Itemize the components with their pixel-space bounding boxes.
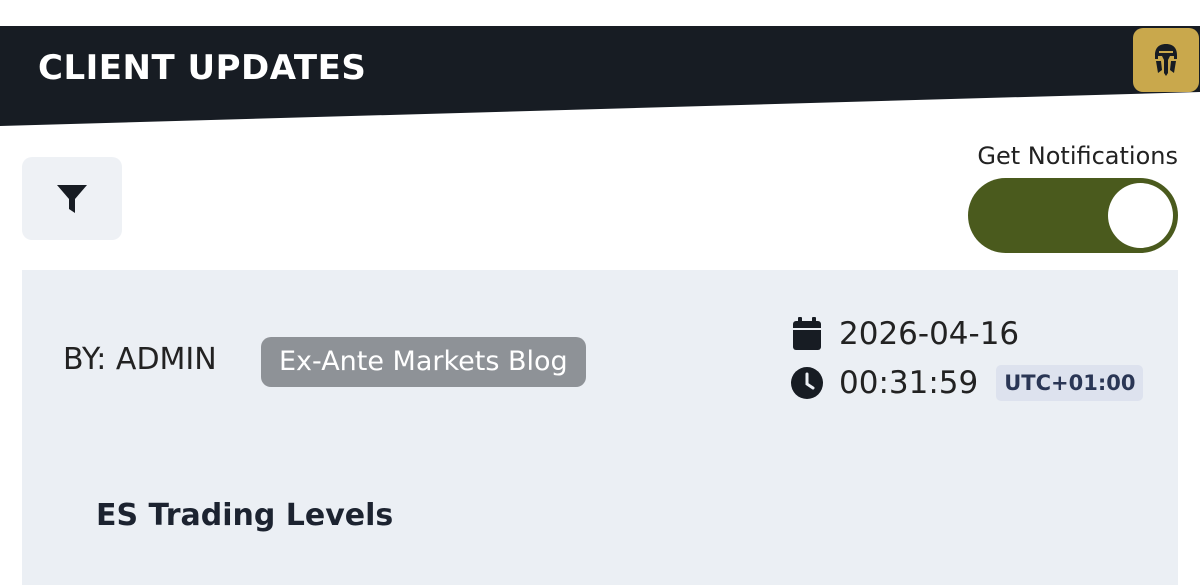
filter-button[interactable] — [22, 157, 122, 240]
page-title: CLIENT UPDATES — [38, 48, 367, 88]
mandalorian-skull-icon — [1155, 44, 1177, 76]
category-badge[interactable]: Ex-Ante Markets Blog — [261, 337, 586, 387]
post-card[interactable]: BY: ADMIN Ex-Ante Markets Blog 2026-04-1… — [22, 270, 1178, 585]
post-author: BY: ADMIN — [63, 342, 217, 377]
client-updates-page: CLIENT UPDATES Get Notifications BY: ADM… — [0, 0, 1200, 585]
post-time: 00:31:59 — [839, 365, 979, 401]
clock-icon — [790, 366, 824, 400]
notifications-toggle[interactable] — [968, 178, 1178, 253]
post-date: 2026-04-16 — [839, 316, 1020, 352]
post-time-row: 00:31:59 UTC+01:00 — [790, 365, 1144, 401]
notifications-label: Get Notifications — [977, 142, 1178, 170]
timezone-badge: UTC+01:00 — [996, 365, 1144, 401]
toggle-knob — [1108, 183, 1173, 248]
filter-icon — [57, 184, 87, 213]
post-date-row: 2026-04-16 — [790, 316, 1019, 352]
post-title[interactable]: ES Trading Levels — [96, 498, 393, 533]
logo-button[interactable] — [1133, 28, 1199, 92]
calendar-icon — [790, 317, 824, 351]
